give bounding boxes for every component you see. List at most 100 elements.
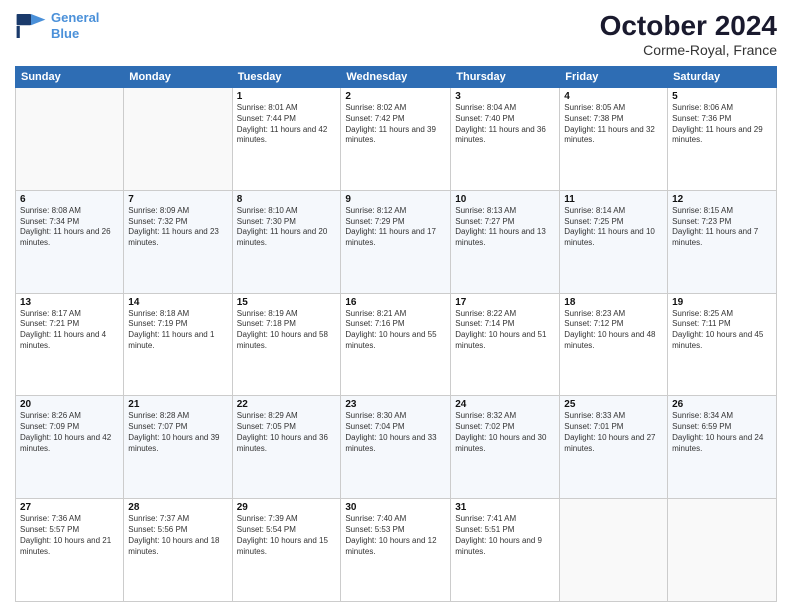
week-row-2: 6Sunrise: 8:08 AM Sunset: 7:34 PM Daylig… [16, 190, 777, 293]
day-cell: 19Sunrise: 8:25 AM Sunset: 7:11 PM Dayli… [668, 293, 777, 396]
day-cell: 8Sunrise: 8:10 AM Sunset: 7:30 PM Daylig… [232, 190, 341, 293]
day-info: Sunrise: 8:12 AM Sunset: 7:29 PM Dayligh… [345, 206, 446, 249]
weekday-header-row: SundayMondayTuesdayWednesdayThursdayFrid… [16, 67, 777, 88]
day-info: Sunrise: 7:40 AM Sunset: 5:53 PM Dayligh… [345, 514, 446, 557]
day-info: Sunrise: 7:41 AM Sunset: 5:51 PM Dayligh… [455, 514, 555, 557]
day-cell: 7Sunrise: 8:09 AM Sunset: 7:32 PM Daylig… [124, 190, 232, 293]
day-info: Sunrise: 8:29 AM Sunset: 7:05 PM Dayligh… [237, 411, 337, 454]
logo-blue: Blue [51, 26, 99, 42]
day-number: 7 [128, 194, 227, 205]
day-cell: 25Sunrise: 8:33 AM Sunset: 7:01 PM Dayli… [560, 396, 668, 499]
day-info: Sunrise: 8:17 AM Sunset: 7:21 PM Dayligh… [20, 309, 119, 352]
day-number: 6 [20, 194, 119, 205]
day-cell: 29Sunrise: 7:39 AM Sunset: 5:54 PM Dayli… [232, 499, 341, 602]
day-number: 21 [128, 399, 227, 410]
title-block: October 2024 Corme-Royal, France [600, 10, 777, 58]
day-cell: 4Sunrise: 8:05 AM Sunset: 7:38 PM Daylig… [560, 88, 668, 191]
day-cell: 31Sunrise: 7:41 AM Sunset: 5:51 PM Dayli… [451, 499, 560, 602]
day-number: 23 [345, 399, 446, 410]
week-row-5: 27Sunrise: 7:36 AM Sunset: 5:57 PM Dayli… [16, 499, 777, 602]
week-row-3: 13Sunrise: 8:17 AM Sunset: 7:21 PM Dayli… [16, 293, 777, 396]
day-number: 9 [345, 194, 446, 205]
day-number: 22 [237, 399, 337, 410]
day-number: 24 [455, 399, 555, 410]
day-number: 8 [237, 194, 337, 205]
day-cell: 11Sunrise: 8:14 AM Sunset: 7:25 PM Dayli… [560, 190, 668, 293]
day-cell: 20Sunrise: 8:26 AM Sunset: 7:09 PM Dayli… [16, 396, 124, 499]
day-cell: 18Sunrise: 8:23 AM Sunset: 7:12 PM Dayli… [560, 293, 668, 396]
day-number: 15 [237, 297, 337, 308]
day-number: 31 [455, 502, 555, 513]
day-number: 12 [672, 194, 772, 205]
day-info: Sunrise: 7:36 AM Sunset: 5:57 PM Dayligh… [20, 514, 119, 557]
day-cell: 9Sunrise: 8:12 AM Sunset: 7:29 PM Daylig… [341, 190, 451, 293]
day-number: 13 [20, 297, 119, 308]
weekday-header-sunday: Sunday [16, 67, 124, 88]
day-cell: 13Sunrise: 8:17 AM Sunset: 7:21 PM Dayli… [16, 293, 124, 396]
weekday-header-tuesday: Tuesday [232, 67, 341, 88]
weekday-header-thursday: Thursday [451, 67, 560, 88]
day-info: Sunrise: 8:34 AM Sunset: 6:59 PM Dayligh… [672, 411, 772, 454]
day-cell: 6Sunrise: 8:08 AM Sunset: 7:34 PM Daylig… [16, 190, 124, 293]
header: General Blue October 2024 Corme-Royal, F… [15, 10, 777, 58]
weekday-header-wednesday: Wednesday [341, 67, 451, 88]
day-number: 29 [237, 502, 337, 513]
day-number: 1 [237, 91, 337, 102]
day-number: 25 [564, 399, 663, 410]
day-info: Sunrise: 8:14 AM Sunset: 7:25 PM Dayligh… [564, 206, 663, 249]
day-info: Sunrise: 8:04 AM Sunset: 7:40 PM Dayligh… [455, 103, 555, 146]
day-number: 4 [564, 91, 663, 102]
day-info: Sunrise: 8:21 AM Sunset: 7:16 PM Dayligh… [345, 309, 446, 352]
day-number: 18 [564, 297, 663, 308]
day-info: Sunrise: 8:30 AM Sunset: 7:04 PM Dayligh… [345, 411, 446, 454]
day-info: Sunrise: 8:08 AM Sunset: 7:34 PM Dayligh… [20, 206, 119, 249]
day-number: 10 [455, 194, 555, 205]
day-cell: 16Sunrise: 8:21 AM Sunset: 7:16 PM Dayli… [341, 293, 451, 396]
logo: General Blue [15, 10, 99, 41]
day-info: Sunrise: 8:10 AM Sunset: 7:30 PM Dayligh… [237, 206, 337, 249]
day-cell: 26Sunrise: 8:34 AM Sunset: 6:59 PM Dayli… [668, 396, 777, 499]
weekday-header-friday: Friday [560, 67, 668, 88]
day-info: Sunrise: 8:13 AM Sunset: 7:27 PM Dayligh… [455, 206, 555, 249]
week-row-1: 1Sunrise: 8:01 AM Sunset: 7:44 PM Daylig… [16, 88, 777, 191]
day-cell [668, 499, 777, 602]
day-info: Sunrise: 7:37 AM Sunset: 5:56 PM Dayligh… [128, 514, 227, 557]
day-info: Sunrise: 8:09 AM Sunset: 7:32 PM Dayligh… [128, 206, 227, 249]
day-info: Sunrise: 8:01 AM Sunset: 7:44 PM Dayligh… [237, 103, 337, 146]
day-number: 3 [455, 91, 555, 102]
day-cell: 5Sunrise: 8:06 AM Sunset: 7:36 PM Daylig… [668, 88, 777, 191]
day-info: Sunrise: 8:18 AM Sunset: 7:19 PM Dayligh… [128, 309, 227, 352]
day-info: Sunrise: 8:28 AM Sunset: 7:07 PM Dayligh… [128, 411, 227, 454]
day-info: Sunrise: 8:06 AM Sunset: 7:36 PM Dayligh… [672, 103, 772, 146]
day-info: Sunrise: 8:02 AM Sunset: 7:42 PM Dayligh… [345, 103, 446, 146]
day-cell: 28Sunrise: 7:37 AM Sunset: 5:56 PM Dayli… [124, 499, 232, 602]
day-cell: 14Sunrise: 8:18 AM Sunset: 7:19 PM Dayli… [124, 293, 232, 396]
day-cell: 2Sunrise: 8:02 AM Sunset: 7:42 PM Daylig… [341, 88, 451, 191]
day-info: Sunrise: 7:39 AM Sunset: 5:54 PM Dayligh… [237, 514, 337, 557]
logo-text: General Blue [51, 10, 99, 41]
day-cell: 23Sunrise: 8:30 AM Sunset: 7:04 PM Dayli… [341, 396, 451, 499]
day-number: 16 [345, 297, 446, 308]
day-info: Sunrise: 8:33 AM Sunset: 7:01 PM Dayligh… [564, 411, 663, 454]
day-cell: 17Sunrise: 8:22 AM Sunset: 7:14 PM Dayli… [451, 293, 560, 396]
day-cell: 24Sunrise: 8:32 AM Sunset: 7:02 PM Dayli… [451, 396, 560, 499]
day-cell: 15Sunrise: 8:19 AM Sunset: 7:18 PM Dayli… [232, 293, 341, 396]
day-info: Sunrise: 8:25 AM Sunset: 7:11 PM Dayligh… [672, 309, 772, 352]
day-cell: 12Sunrise: 8:15 AM Sunset: 7:23 PM Dayli… [668, 190, 777, 293]
day-number: 19 [672, 297, 772, 308]
day-number: 27 [20, 502, 119, 513]
day-number: 14 [128, 297, 227, 308]
day-cell [16, 88, 124, 191]
day-cell: 21Sunrise: 8:28 AM Sunset: 7:07 PM Dayli… [124, 396, 232, 499]
location-title: Corme-Royal, France [600, 42, 777, 58]
day-cell: 10Sunrise: 8:13 AM Sunset: 7:27 PM Dayli… [451, 190, 560, 293]
day-cell: 1Sunrise: 8:01 AM Sunset: 7:44 PM Daylig… [232, 88, 341, 191]
day-number: 2 [345, 91, 446, 102]
day-info: Sunrise: 8:15 AM Sunset: 7:23 PM Dayligh… [672, 206, 772, 249]
day-number: 11 [564, 194, 663, 205]
day-info: Sunrise: 8:32 AM Sunset: 7:02 PM Dayligh… [455, 411, 555, 454]
day-info: Sunrise: 8:22 AM Sunset: 7:14 PM Dayligh… [455, 309, 555, 352]
day-cell: 22Sunrise: 8:29 AM Sunset: 7:05 PM Dayli… [232, 396, 341, 499]
day-number: 20 [20, 399, 119, 410]
week-row-4: 20Sunrise: 8:26 AM Sunset: 7:09 PM Dayli… [16, 396, 777, 499]
